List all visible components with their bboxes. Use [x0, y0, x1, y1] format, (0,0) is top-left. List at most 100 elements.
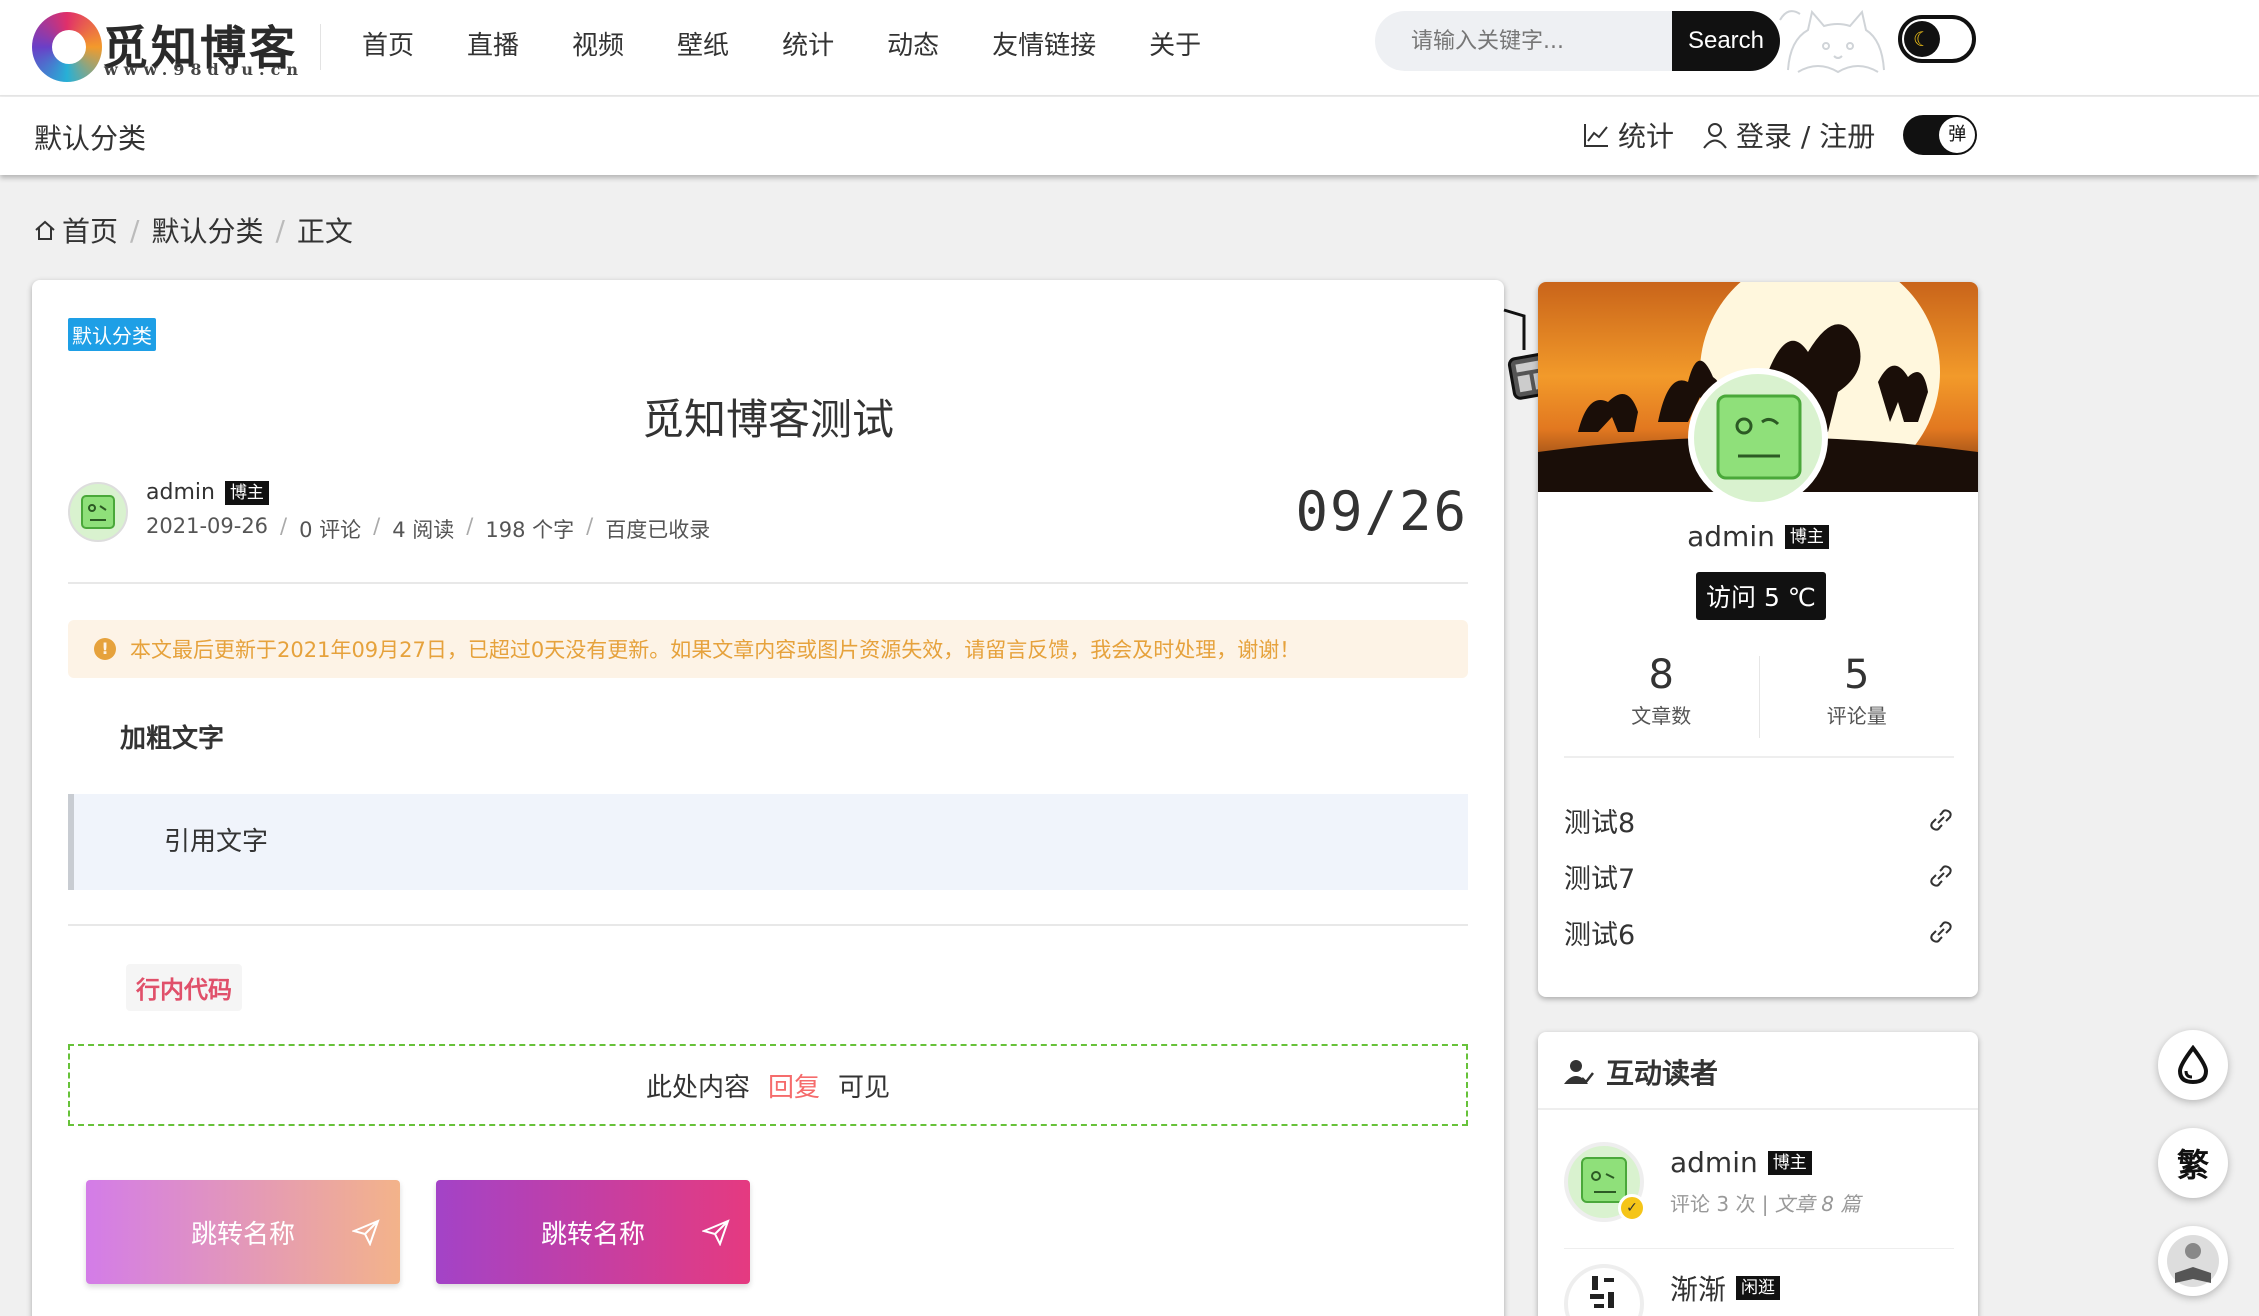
jump-button-label: 跳转名称 — [540, 1219, 645, 1250]
reply-link[interactable]: 回复 — [768, 1067, 820, 1104]
article-meta: 2021-09-26 / 0 评论 / 4 阅读 / 198 个字 / 百度已收… — [146, 514, 710, 544]
word-count: 198 个字 — [485, 518, 575, 542]
author-name[interactable]: admin — [146, 480, 215, 505]
water-drop-icon — [2177, 1045, 2209, 1085]
nav-item-friend-links[interactable]: 友情链接 — [992, 26, 1096, 66]
warning-icon: ! — [94, 638, 116, 660]
comment-count[interactable]: 0 评论 — [299, 514, 361, 544]
theme-color-button[interactable] — [2158, 1030, 2228, 1100]
nav-item-live[interactable]: 直播 — [467, 26, 519, 66]
reading-mode-button[interactable] — [2158, 1226, 2228, 1296]
stat-label: 评论量 — [1826, 704, 1887, 728]
logo-subtitle: www.98dou.cn — [104, 60, 304, 79]
main-nav: 首页 直播 视频 壁纸 统计 动态 友情链接 关于 — [362, 26, 1254, 66]
popup-toggle-label: 弹 — [1939, 117, 1976, 153]
breadcrumb-separator: / — [130, 213, 140, 247]
login-label: 登录 / 注册 — [1736, 120, 1876, 153]
search-input[interactable] — [1375, 11, 1675, 71]
reader-name: 渐渐 — [1670, 1273, 1727, 1306]
read-count: 4 阅读 — [392, 518, 455, 542]
stat-value: 8 — [1648, 652, 1674, 698]
avatar-face-icon — [81, 495, 115, 529]
meta-separator: / — [280, 514, 288, 538]
profile-link-list: 测试8 测试7 测试6 — [1564, 792, 1954, 960]
divider — [1564, 1248, 1954, 1249]
reader-avatar-icon — [2167, 1235, 2219, 1287]
user-icon — [1703, 123, 1727, 149]
indexed-status: 百度已收录 — [605, 518, 711, 542]
list-item[interactable]: 测试7 — [1564, 848, 1954, 904]
interactive-readers-card: 互动读者 ✓ admin 博主 评论 3 次 | 文章 8 篇 渐渐 闲逛 — [1538, 1032, 1978, 1316]
avatar-face-icon — [1716, 394, 1802, 480]
list-item-label: 测试8 — [1564, 807, 1636, 839]
top-navbar: 觅知博客 www.98dou.cn 首页 直播 视频 壁纸 统计 动态 友情链接… — [0, 0, 2259, 96]
breadcrumb-category[interactable]: 默认分类 — [151, 210, 263, 250]
category-title: 默认分类 — [34, 122, 147, 155]
stat-value: 5 — [1844, 652, 1870, 698]
reader-item[interactable]: 渐渐 闲逛 — [1564, 1254, 1954, 1316]
logo-swirl-icon — [32, 12, 102, 82]
breadcrumb-home[interactable]: 首页 — [62, 210, 118, 250]
link-icon — [1930, 809, 1952, 831]
reader-avatar — [1564, 1264, 1644, 1316]
meta-separator: / — [586, 514, 594, 538]
user-check-icon — [1564, 1060, 1594, 1084]
list-item-label: 测试6 — [1564, 919, 1636, 951]
author-avatar[interactable] — [68, 482, 128, 542]
calligraphy-avatar-icon — [1590, 1276, 1614, 1308]
nav-item-wallpaper[interactable]: 壁纸 — [677, 26, 729, 66]
reader-comments: 评论 3 次 | — [1670, 1192, 1775, 1216]
jump-button[interactable]: 跳转名称 — [86, 1180, 400, 1284]
verified-icon: ✓ — [1618, 1194, 1646, 1222]
breadcrumb: 首页 / 默认分类 / 正文 — [34, 210, 353, 250]
link-icon — [1930, 865, 1952, 887]
list-item[interactable]: 测试6 — [1564, 904, 1954, 960]
nav-item-about[interactable]: 关于 — [1149, 26, 1201, 66]
divider — [1538, 1108, 1978, 1110]
reply-to-view-box: 此处内容 回复 可见 — [68, 1044, 1468, 1126]
search-box: Search — [1375, 11, 1780, 71]
stats-link[interactable]: 统计 — [1582, 115, 1674, 155]
meta-separator: / — [373, 514, 381, 538]
link-icon — [1930, 921, 1952, 943]
dark-mode-toggle[interactable]: ☾ — [1898, 15, 1976, 63]
reader-name-line: 渐渐 闲逛 — [1670, 1268, 1781, 1308]
reader-item[interactable]: ✓ admin 博主 评论 3 次 | 文章 8 篇 — [1564, 1132, 1954, 1232]
category-tag[interactable]: 默认分类 — [68, 318, 156, 351]
stat-label: 文章数 — [1631, 704, 1692, 728]
category-bar: 默认分类 统计 登录 / 注册 弹 — [0, 97, 2259, 175]
bold-text: 加粗文字 — [120, 724, 225, 754]
profile-name: admin — [1687, 520, 1775, 553]
stats-label: 统计 — [1618, 120, 1675, 153]
divider — [68, 924, 1468, 926]
nav-item-moments[interactable]: 动态 — [887, 26, 939, 66]
inline-code: 行内代码 — [126, 964, 242, 1011]
post-date: 2021-09-26 — [146, 514, 269, 538]
stat-articles: 8 文章数 — [1564, 652, 1759, 756]
jump-button[interactable]: 跳转名称 — [436, 1180, 750, 1284]
breadcrumb-separator: / — [275, 213, 285, 247]
meta-separator: / — [466, 514, 474, 538]
reply-prefix: 此处内容 — [645, 1072, 750, 1103]
reader-info: 评论 3 次 | 文章 8 篇 — [1670, 1188, 1860, 1217]
readers-title: 互动读者 — [1606, 1057, 1719, 1090]
send-icon — [352, 1219, 380, 1246]
popup-toggle[interactable]: 弹 — [1903, 115, 1978, 155]
search-button[interactable]: Search — [1672, 11, 1780, 71]
reader-name: admin — [1670, 1146, 1758, 1179]
profile-stats: 8 文章数 5 评论量 — [1564, 652, 1954, 758]
list-item[interactable]: 测试8 — [1564, 792, 1954, 848]
blockquote: 引用文字 — [68, 794, 1468, 890]
site-logo[interactable]: 觅知博客 www.98dou.cn — [32, 8, 322, 86]
nav-divider — [320, 24, 321, 70]
profile-avatar[interactable] — [1688, 368, 1828, 508]
chart-line-icon — [1584, 124, 1608, 147]
nav-item-video[interactable]: 视频 — [572, 26, 624, 66]
reader-badge: 博主 — [1767, 1150, 1812, 1175]
traditional-chinese-button[interactable]: 繁 — [2158, 1128, 2228, 1198]
list-item-label: 测试7 — [1564, 863, 1636, 895]
nav-item-home[interactable]: 首页 — [362, 26, 414, 66]
subbar-actions: 统计 登录 / 注册 弹 — [1582, 115, 1978, 155]
login-register-link[interactable]: 登录 / 注册 — [1702, 115, 1875, 155]
nav-item-stats[interactable]: 统计 — [782, 26, 834, 66]
